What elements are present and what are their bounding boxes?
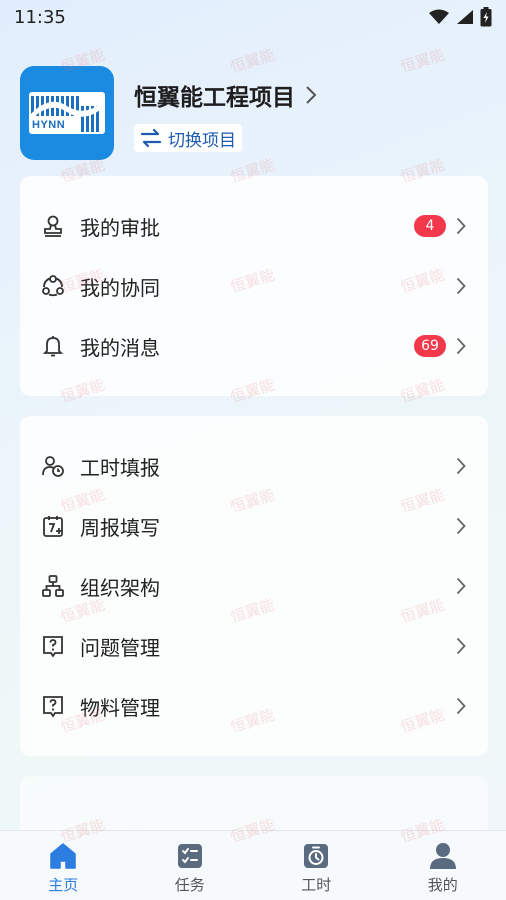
menu-item-weekly-report[interactable]: 周报填写 (20, 498, 488, 554)
project-logo: HYNN (20, 66, 114, 160)
messages-count-badge: 69 (414, 335, 446, 357)
tab-label: 任务 (174, 876, 205, 894)
menu-item-material-management[interactable]: 物料管理 (20, 678, 488, 734)
chevron-right-icon (456, 337, 466, 355)
project-header: HYNN 恒翼能工程项目 切换项目 (20, 66, 490, 166)
timer-icon (301, 841, 331, 871)
chevron-right-icon[interactable] (305, 85, 317, 105)
question-icon (40, 633, 66, 659)
task-icon (175, 841, 205, 871)
tab-label: 工时 (301, 876, 332, 894)
wifi-icon (429, 9, 449, 24)
switch-project-button[interactable]: 切换项目 (134, 124, 242, 152)
logo-text: HYNN (32, 119, 66, 131)
stamp-icon (40, 213, 66, 239)
menu-item-label: 我的审批 (80, 215, 160, 240)
project-title[interactable]: 恒翼能工程项目 (134, 78, 295, 112)
user-icon (428, 841, 458, 871)
menu-item-label: 问题管理 (80, 635, 160, 660)
chevron-right-icon (456, 577, 466, 595)
chevron-right-icon (456, 217, 466, 235)
tab-home[interactable]: 主页 (0, 831, 127, 900)
menu-item-label: 工时填报 (80, 455, 160, 480)
bell-icon (40, 333, 66, 359)
menu-item-org-chart[interactable]: 组织架构 (20, 558, 488, 614)
status-icons (428, 7, 492, 27)
home-icon (48, 841, 78, 871)
question-icon (40, 693, 66, 719)
switch-project-label: 切换项目 (168, 130, 236, 151)
signal-icon (457, 10, 473, 24)
approval-count-badge: 4 (414, 215, 446, 237)
switch-arrows-icon (140, 129, 162, 147)
collaboration-icon (40, 273, 66, 299)
menu-item-label: 周报填写 (80, 515, 160, 540)
project-title-row[interactable]: 恒翼能工程项目 (134, 78, 317, 112)
weekly-report-icon (40, 513, 66, 539)
battery-icon (480, 7, 492, 27)
status-time: 11:35 (14, 6, 66, 28)
menu-item-label: 我的协同 (80, 275, 160, 300)
menu-item-issue-management[interactable]: 问题管理 (20, 618, 488, 674)
tab-timesheet[interactable]: 工时 (253, 831, 380, 900)
tab-label: 主页 (48, 876, 79, 894)
project-info: 恒翼能工程项目 切换项目 (134, 66, 317, 166)
menu-item-label: 物料管理 (80, 695, 160, 720)
chevron-right-icon (456, 457, 466, 475)
menu-item-collaboration[interactable]: 我的协同 (20, 258, 488, 314)
status-bar: 11:35 (0, 0, 506, 34)
menu-item-label: 我的消息 (80, 335, 160, 360)
logo-emblem: HYNN (29, 92, 105, 134)
menu-item-label: 组织架构 (80, 575, 160, 600)
chevron-right-icon (456, 517, 466, 535)
menu-item-approval[interactable]: 我的审批 4 (20, 198, 488, 254)
chevron-right-icon (456, 277, 466, 295)
tab-tasks[interactable]: 任务 (127, 831, 254, 900)
work-menu-card: 工时填报 周报填写 组织架构 问题管理 物料管理 (20, 416, 488, 756)
chevron-right-icon (456, 697, 466, 715)
additional-menu-card (20, 776, 488, 836)
org-chart-icon (40, 573, 66, 599)
menu-item-messages[interactable]: 我的消息 69 (20, 318, 488, 374)
menu-item-timesheet[interactable]: 工时填报 (20, 438, 488, 494)
tab-label: 我的 (427, 876, 458, 894)
chevron-right-icon (456, 637, 466, 655)
personal-menu-card: 我的审批 4 我的协同 我的消息 69 (20, 176, 488, 396)
bottom-navigation: 主页 任务 工时 我的 (0, 830, 506, 900)
timesheet-icon (40, 453, 66, 479)
tab-profile[interactable]: 我的 (380, 831, 506, 900)
